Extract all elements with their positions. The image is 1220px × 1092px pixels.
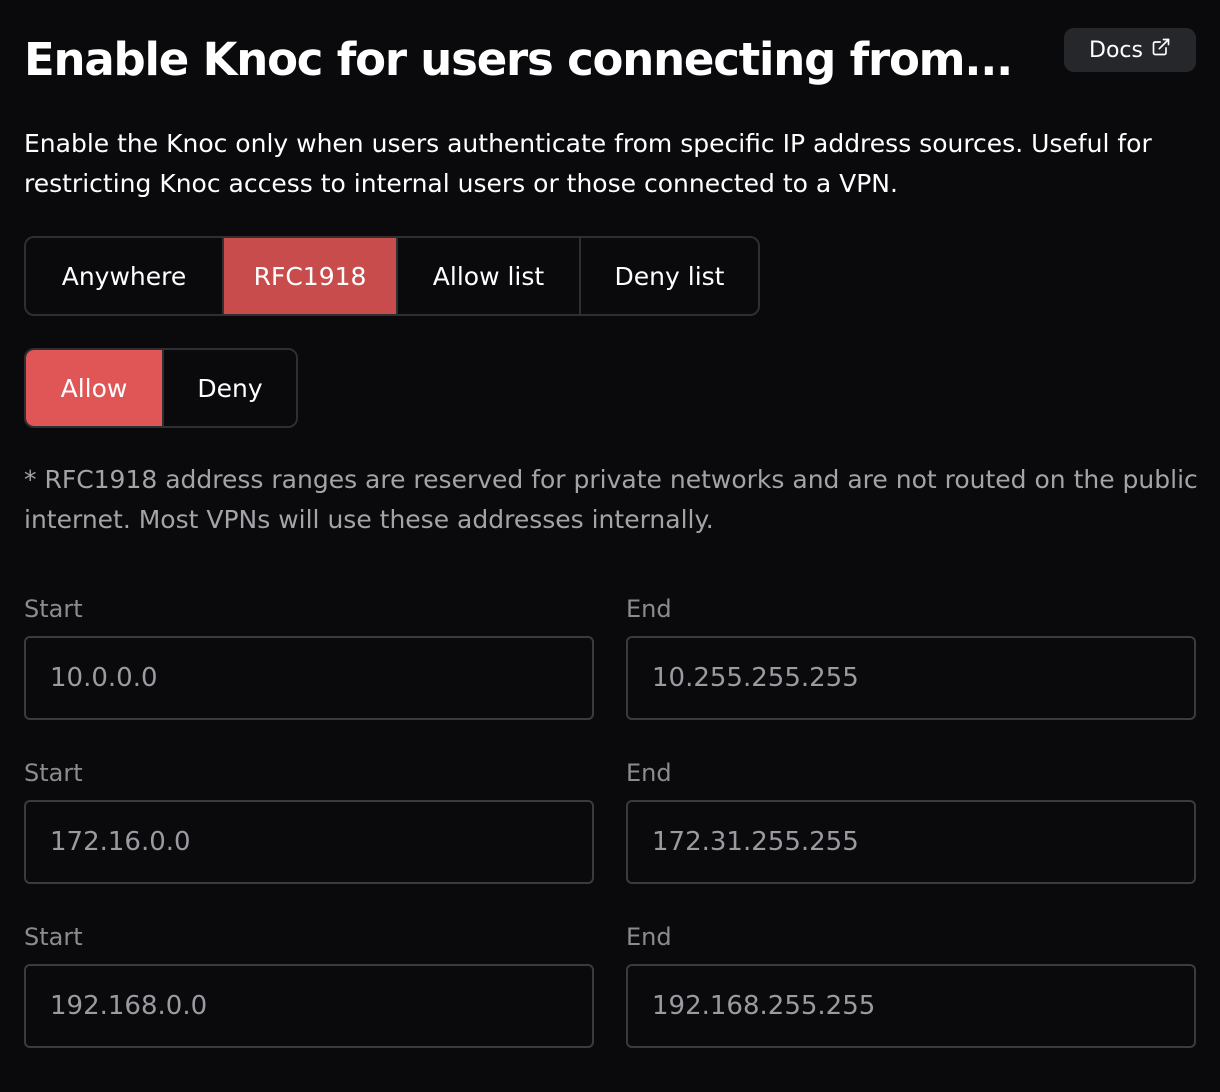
page-description: Enable the Knoc only when users authenti…	[24, 129, 1152, 198]
allow-toggle[interactable]: Allow	[26, 350, 164, 426]
range-2-end-label: End	[626, 759, 672, 787]
range-2-start-label: Start	[24, 759, 83, 787]
source-tab-group: Anywhere RFC1918 Allow list Deny list	[24, 236, 760, 316]
external-link-icon	[1151, 37, 1171, 63]
tab-deny-list[interactable]: Deny list	[581, 238, 758, 314]
range-1-end-label: End	[626, 595, 672, 623]
rfc1918-note: * RFC1918 address ranges are reserved fo…	[24, 465, 1198, 534]
range-3-start-label: Start	[24, 923, 83, 951]
range-1-start-input[interactable]	[24, 636, 594, 720]
tab-allow-list[interactable]: Allow list	[398, 238, 581, 314]
tab-anywhere[interactable]: Anywhere	[26, 238, 224, 314]
range-2-end-input[interactable]	[626, 800, 1196, 884]
deny-toggle[interactable]: Deny	[164, 350, 296, 426]
range-1-end-input[interactable]	[626, 636, 1196, 720]
page-title: Enable Knoc for users connecting from...	[24, 33, 1013, 86]
range-2-start-input[interactable]	[24, 800, 594, 884]
docs-button[interactable]: Docs	[1064, 28, 1196, 72]
mode-toggle-group: Allow Deny	[24, 348, 298, 428]
range-1-start-label: Start	[24, 595, 83, 623]
range-3-end-label: End	[626, 923, 672, 951]
ip-restriction-panel: Enable Knoc for users connecting from...…	[0, 0, 1220, 1092]
docs-button-label: Docs	[1089, 37, 1143, 63]
range-3-start-input[interactable]	[24, 964, 594, 1048]
tab-rfc1918[interactable]: RFC1918	[224, 238, 398, 314]
range-3-end-input[interactable]	[626, 964, 1196, 1048]
